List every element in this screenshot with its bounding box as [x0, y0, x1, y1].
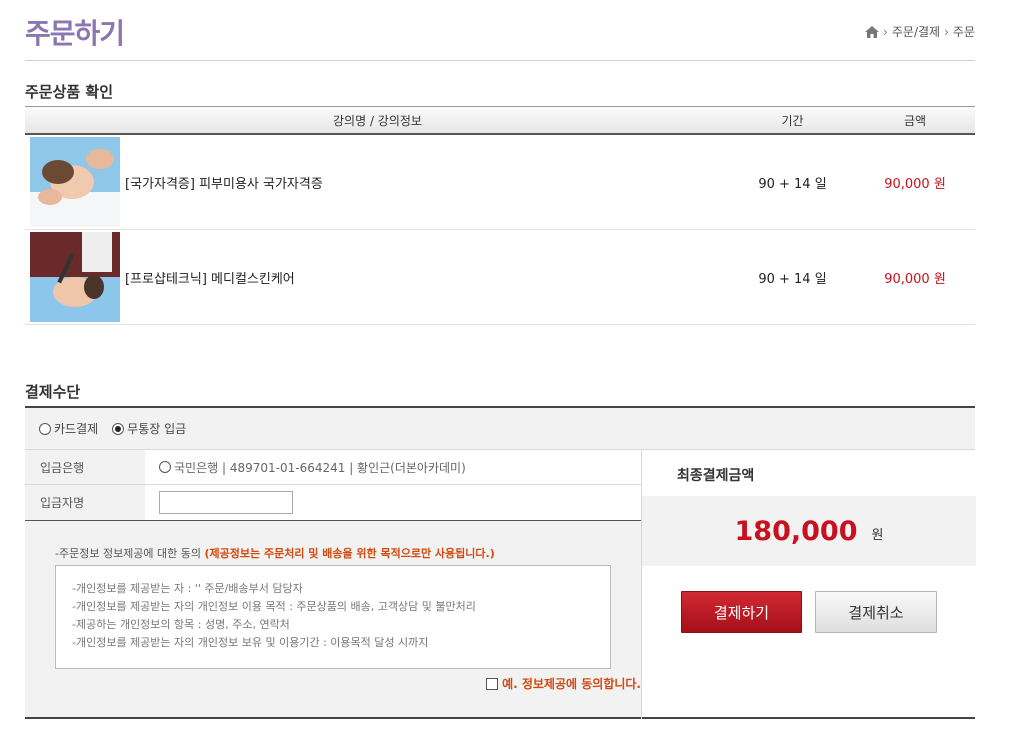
method-card-option[interactable]: 카드결제 [39, 420, 98, 437]
total-unit: 원 [871, 527, 884, 543]
consent-title: -주문정보 정보제공에 대한 동의 (제공정보는 주문처리 및 배송을 위한 목… [55, 545, 495, 561]
radio-bank[interactable] [159, 461, 171, 473]
table-row: [프로샵테크닉] 메디컬스킨케어 90 + 14 일 90,000 원 [25, 230, 975, 325]
method-card-label: 카드결제 [54, 422, 99, 436]
total-label: 최종결제금액 [677, 468, 755, 484]
page-title: 주문하기 [25, 17, 125, 50]
course-price: 90,000 원 [884, 271, 946, 287]
column-header-course: 강의명 / 강의정보 [333, 113, 422, 128]
payment-section-title: 결제수단 [25, 383, 81, 401]
payment-method-group: 카드결제 무통장 입금 [25, 408, 975, 450]
bank-label: 입금은행 [25, 450, 145, 484]
consent-line: -개인정보를 제공받는 자 : '' 주문/배송부서 담당자 [72, 582, 303, 595]
agree-label: 예. 정보제공에 동의합니다. [502, 677, 641, 691]
consent-area: -주문정보 정보제공에 대한 동의 (제공정보는 주문처리 및 배송을 위한 목… [25, 521, 641, 717]
order-table-header: 강의명 / 강의정보 기간 금액 [25, 106, 975, 135]
method-transfer-option[interactable]: 무통장 입금 [112, 420, 186, 437]
payment-details: 입금은행 국민은행 | 489701-01-664241 | 황인근(더본아카데… [25, 450, 641, 719]
method-transfer-label: 무통장 입금 [127, 422, 187, 436]
agree-checkbox[interactable] [486, 677, 499, 690]
column-header-price: 금액 [903, 113, 927, 128]
table-row: [국가자격증] 피부미용사 국가자격증 90 + 14 일 90,000 원 [25, 135, 975, 230]
course-price: 90,000 원 [884, 176, 946, 192]
depositor-input[interactable] [159, 491, 293, 514]
total-amount: 180,000 [734, 515, 858, 547]
bank-row: 입금은행 국민은행 | 489701-01-664241 | 황인근(더본아카데… [25, 450, 641, 485]
depositor-label: 입금자명 [25, 485, 145, 520]
depositor-field-cell [145, 485, 641, 520]
breadcrumb: › 주문/결제 › 주문 [865, 23, 975, 40]
depositor-row: 입금자명 [25, 485, 641, 520]
chevron-right-icon: › [944, 24, 949, 39]
bank-account-text: 국민은행 | 489701-01-664241 | 황인근(더본아카데미) [174, 460, 466, 475]
consent-warning: (제공정보는 주문처리 및 배송을 위한 목적으로만 사용됩니다.) [204, 547, 495, 560]
radio-card[interactable] [39, 423, 51, 435]
column-header-period: 기간 [781, 113, 804, 128]
chevron-right-icon: › [883, 24, 888, 39]
title-divider [25, 60, 975, 61]
total-band: 180,000 원 [642, 496, 976, 566]
consent-line: -개인정보를 제공받는 자의 개인정보 이용 목적 : 주문상품의 배송, 고객… [72, 600, 476, 613]
consent-text-box[interactable]: -개인정보를 제공받는 자 : '' 주문/배송부서 담당자 -개인정보를 제공… [55, 565, 611, 669]
breadcrumb-item-payment[interactable]: 주문/결제 [892, 23, 940, 40]
cancel-button[interactable]: 결제취소 [815, 591, 937, 633]
course-name[interactable]: [프로샵테크닉] 메디컬스킨케어 [120, 268, 730, 287]
order-section-title: 주문상품 확인 [25, 83, 114, 101]
bank-value[interactable]: 국민은행 | 489701-01-664241 | 황인근(더본아카데미) [145, 450, 641, 484]
course-period: 90 + 14 일 [758, 176, 827, 192]
course-period: 90 + 14 일 [758, 271, 827, 287]
course-thumbnail [30, 137, 120, 227]
radio-transfer[interactable] [112, 423, 125, 435]
agree-checkbox-row[interactable]: 예. 정보제공에 동의합니다. [486, 675, 641, 692]
payment-box: 카드결제 무통장 입금 입금은행 국민은행 | 489701-01-664241… [25, 406, 976, 719]
breadcrumb-item-order[interactable]: 주문 [953, 23, 975, 40]
home-icon[interactable] [865, 25, 880, 38]
consent-line: -제공하는 개인정보의 항목 : 성명, 주소, 연락처 [72, 618, 290, 631]
consent-line: -개인정보를 제공받는 자의 개인정보 보유 및 이용기간 : 이용목적 달성 … [72, 636, 429, 649]
payment-summary: 최종결제금액 180,000 원 결제하기 결제취소 [641, 450, 976, 719]
consent-title-text: -주문정보 정보제공에 대한 동의 [55, 547, 205, 560]
pay-button[interactable]: 결제하기 [681, 591, 802, 633]
order-table: 강의명 / 강의정보 기간 금액 [국가자격증] 피부미용사 국가자격증 90 … [25, 106, 975, 325]
course-thumbnail [30, 232, 120, 322]
course-name[interactable]: [국가자격증] 피부미용사 국가자격증 [120, 173, 730, 192]
